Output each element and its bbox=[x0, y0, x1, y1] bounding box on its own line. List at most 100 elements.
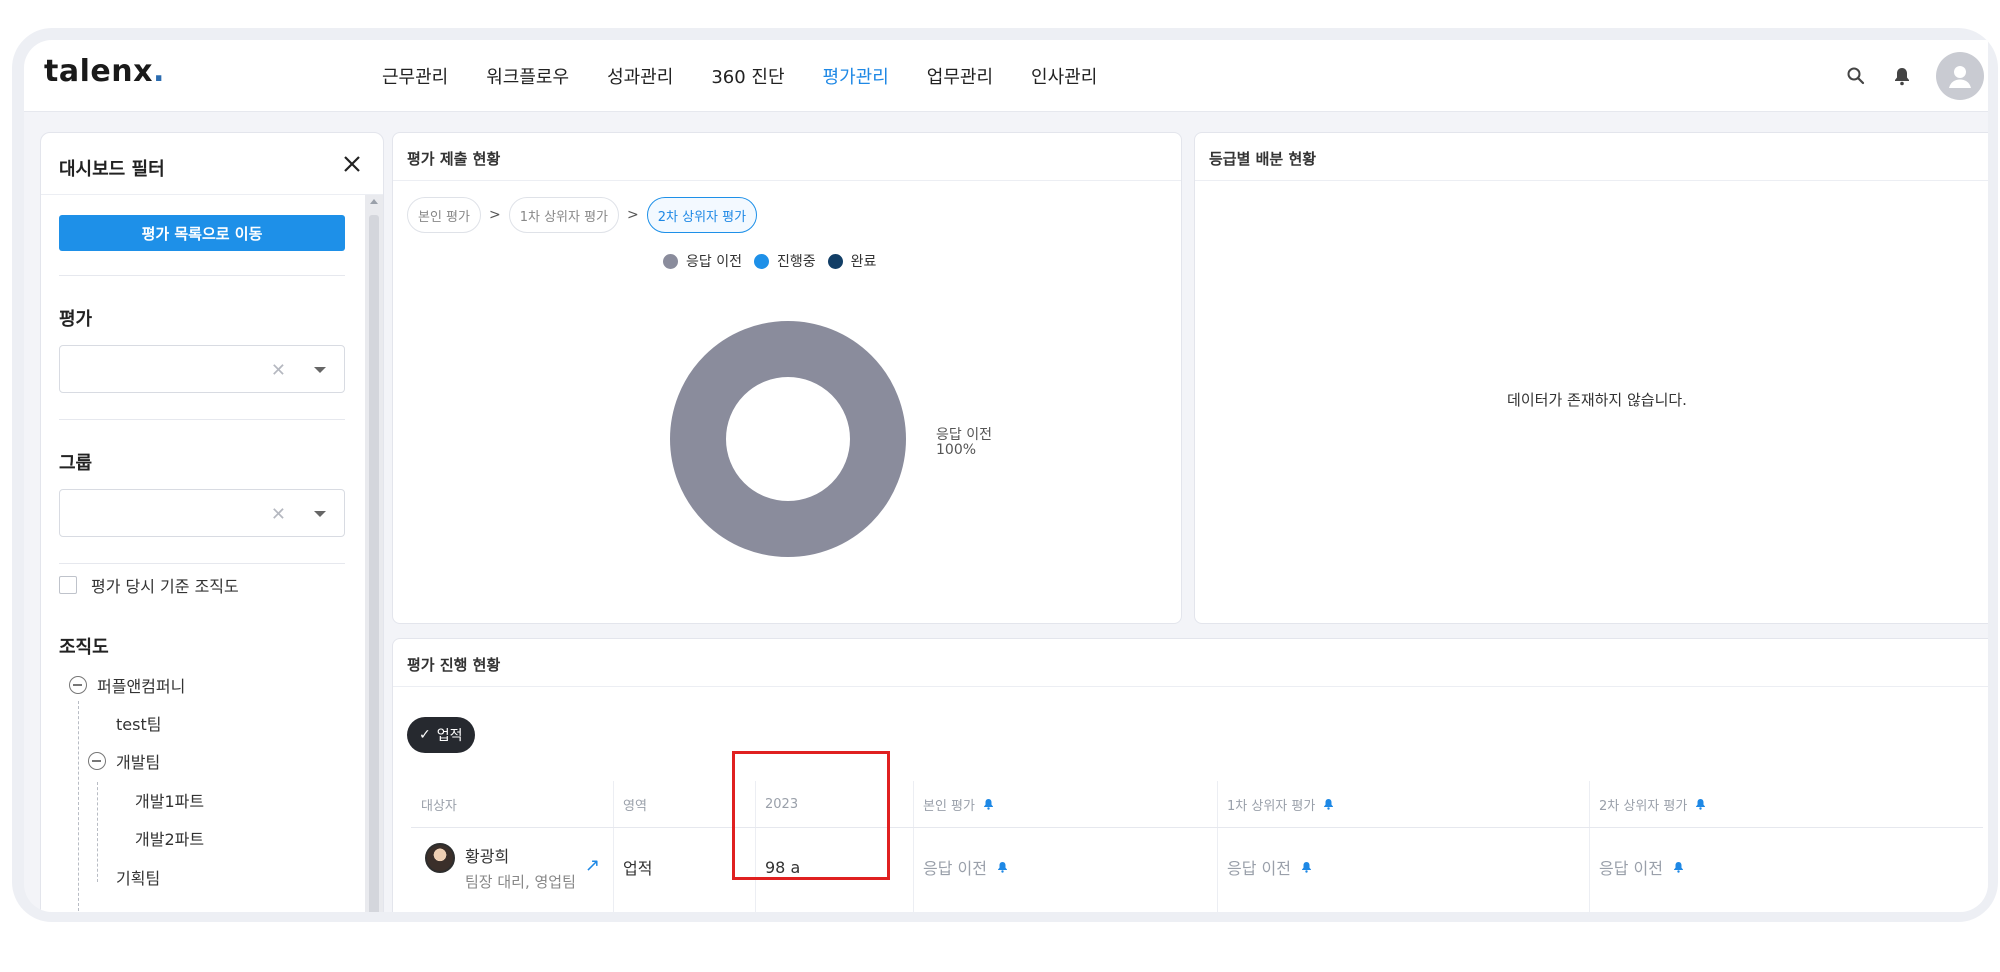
scrollbar-thumb[interactable] bbox=[369, 215, 379, 912]
table-cell-target: 황광희 팀장 대리, 영업팀 ↗ bbox=[415, 827, 613, 907]
table-cell-second-status: 응답 이전 bbox=[1589, 827, 1983, 907]
minus-circle-icon[interactable] bbox=[88, 752, 106, 770]
person-info: 황광희 팀장 대리, 영업팀 bbox=[465, 843, 576, 892]
brand-dot: . bbox=[152, 54, 165, 89]
scroll-up-arrow-icon[interactable] bbox=[370, 199, 378, 204]
close-icon[interactable] bbox=[341, 153, 363, 175]
search-icon[interactable] bbox=[1844, 64, 1868, 88]
table-cell-first-status: 응답 이전 bbox=[1217, 827, 1589, 907]
sidebar-header: 대시보드 필터 bbox=[41, 133, 383, 195]
go-to-eval-list-button[interactable]: 평가 목록으로 이동 bbox=[59, 215, 345, 251]
column-header-label: 2차 상위자 평가 bbox=[1599, 798, 1688, 814]
column-header-label: 2023 bbox=[765, 796, 799, 812]
column-header-label: 대상자 bbox=[421, 798, 457, 814]
divider bbox=[59, 275, 345, 276]
column-header-target: 대상자 bbox=[411, 781, 613, 827]
bell-icon[interactable] bbox=[1301, 861, 1312, 873]
donut-slices bbox=[670, 321, 906, 557]
eval-label: 평가 bbox=[59, 309, 93, 330]
sidebar-scrollbar[interactable] bbox=[365, 195, 383, 912]
tree-node-dev-part2[interactable]: 개발2파트 bbox=[135, 826, 204, 850]
minus-circle-icon[interactable] bbox=[69, 676, 87, 694]
tree-node-label: 개발팀 bbox=[116, 753, 161, 772]
chevron-down-icon[interactable] bbox=[314, 511, 326, 517]
tree-node-planning-team[interactable]: 기획팀 bbox=[116, 865, 160, 889]
column-header-label: 영역 bbox=[623, 798, 647, 814]
nav-item-workflow[interactable]: 워크플로우 bbox=[486, 63, 569, 89]
status-text: 응답 이전 bbox=[1227, 859, 1291, 878]
column-header-first-reviewer: 1차 상위자 평가 bbox=[1217, 781, 1589, 827]
chevron-down-icon[interactable] bbox=[314, 367, 326, 373]
divider bbox=[59, 563, 345, 564]
nav-item-hr[interactable]: 인사관리 bbox=[1031, 63, 1097, 89]
brand-name: talenx bbox=[44, 54, 153, 89]
tree-node-dev-part1[interactable]: 개발1파트 bbox=[135, 788, 204, 812]
nav-item-tasks[interactable]: 업무관리 bbox=[927, 63, 993, 89]
group-label: 그룹 bbox=[59, 453, 93, 474]
tree-node-label: 개발2파트 bbox=[135, 830, 205, 849]
top-icons bbox=[1844, 40, 1988, 112]
status-text: 응답 이전 bbox=[1599, 859, 1663, 878]
column-header-area: 영역 bbox=[613, 781, 755, 827]
app-window: talenx. 근무관리 워크플로우 성과관리 360 진단 평가관리 업무관리… bbox=[24, 40, 1988, 912]
panel-header: 평가 진행 현황 bbox=[393, 639, 1988, 687]
nav-item-360[interactable]: 360 진단 bbox=[711, 63, 784, 89]
external-link-icon[interactable]: ↗ bbox=[585, 855, 600, 876]
main-nav: 근무관리 워크플로우 성과관리 360 진단 평가관리 업무관리 인사관리 bbox=[382, 40, 1097, 112]
column-header-label: 1차 상위자 평가 bbox=[1227, 798, 1316, 814]
tree-line bbox=[78, 701, 79, 911]
nav-item-attendance[interactable]: 근무관리 bbox=[382, 63, 448, 89]
donut-chart: 응답 이전 100% bbox=[670, 321, 992, 557]
bell-icon[interactable] bbox=[1673, 861, 1684, 873]
person-name: 황광희 bbox=[465, 846, 510, 866]
grade-distribution-panel: 등급별 배분 현황 데이터가 존재하지 않습니다. bbox=[1194, 132, 1988, 624]
table-cell-area: 업적 bbox=[623, 859, 653, 878]
bell-icon[interactable] bbox=[1323, 798, 1334, 810]
target-person[interactable]: 황광희 팀장 대리, 영업팀 bbox=[425, 842, 576, 892]
eval-progress-panel: 평가 진행 현황 ✓ 업적 대상자 영역 2023 본인 평가 1차 상위자 평… bbox=[392, 638, 1988, 912]
group-select[interactable]: ✕ bbox=[59, 489, 345, 537]
clear-icon[interactable]: ✕ bbox=[271, 360, 286, 381]
check-icon: ✓ bbox=[419, 727, 431, 743]
tree-node-root[interactable]: 퍼플앤컴퍼니 bbox=[69, 673, 185, 697]
submission-status-panel: 평가 제출 현황 본인 평가 > 1차 상위자 평가 > 2차 상위자 평가 응… bbox=[392, 132, 1182, 624]
eval-select[interactable]: ✕ bbox=[59, 345, 345, 393]
column-header-self: 본인 평가 bbox=[913, 781, 1217, 827]
column-header-label: 본인 평가 bbox=[923, 798, 975, 814]
divider bbox=[59, 419, 345, 420]
org-at-eval-time-option[interactable]: 평가 당시 기준 조직도 bbox=[59, 573, 239, 597]
donut-slice-0[interactable] bbox=[670, 321, 906, 557]
column-header-year: 2023 bbox=[755, 781, 913, 827]
empty-state-message: 데이터가 존재하지 않습니다. bbox=[1507, 391, 1687, 409]
panel-header: 등급별 배분 현황 bbox=[1195, 133, 1988, 181]
nav-item-performance[interactable]: 성과관리 bbox=[607, 63, 673, 89]
nav-item-evaluation[interactable]: 평가관리 bbox=[823, 63, 889, 89]
top-navigation-bar: talenx. 근무관리 워크플로우 성과관리 360 진단 평가관리 업무관리… bbox=[24, 40, 1988, 112]
tree-node-dev-team[interactable]: 개발팀 bbox=[88, 749, 160, 773]
checkbox-label: 평가 당시 기준 조직도 bbox=[91, 577, 239, 596]
donut-percent: 100% bbox=[936, 442, 976, 458]
table-cell-score: 98 a bbox=[765, 857, 801, 877]
tree-node-team[interactable]: test팀 bbox=[116, 711, 161, 735]
bell-icon[interactable] bbox=[1890, 64, 1914, 88]
bell-icon[interactable] bbox=[997, 861, 1008, 873]
tree-line bbox=[97, 782, 98, 882]
dashboard-filter-sidebar: 대시보드 필터 평가 목록으로 이동 평가 ✕ 그룹 ✕ 평가 당시 기준 조직… bbox=[40, 132, 384, 912]
tree-node-label: 기획팀 bbox=[116, 869, 161, 888]
donut-label: 응답 이전 bbox=[936, 427, 992, 443]
filter-tag-label: 업적 bbox=[436, 728, 463, 744]
person-position: 팀장 대리, 영업팀 bbox=[465, 872, 576, 891]
bell-icon[interactable] bbox=[983, 798, 994, 810]
column-header-second-reviewer: 2차 상위자 평가 bbox=[1589, 781, 1983, 827]
panel-title: 등급별 배분 현황 bbox=[1209, 150, 1317, 168]
brand-logo[interactable]: talenx. bbox=[44, 54, 165, 89]
tree-node-label: 퍼플앤컴퍼니 bbox=[97, 677, 186, 696]
clear-icon[interactable]: ✕ bbox=[271, 504, 286, 525]
org-at-eval-time-checkbox[interactable] bbox=[59, 576, 77, 594]
panel-title: 평가 진행 현황 bbox=[407, 656, 501, 674]
bell-icon[interactable] bbox=[1695, 798, 1706, 810]
user-avatar-icon[interactable] bbox=[1936, 52, 1984, 100]
status-text: 응답 이전 bbox=[923, 859, 987, 878]
filter-tag-performance[interactable]: ✓ 업적 bbox=[407, 717, 475, 753]
app-frame: talenx. 근무관리 워크플로우 성과관리 360 진단 평가관리 업무관리… bbox=[12, 28, 1998, 922]
